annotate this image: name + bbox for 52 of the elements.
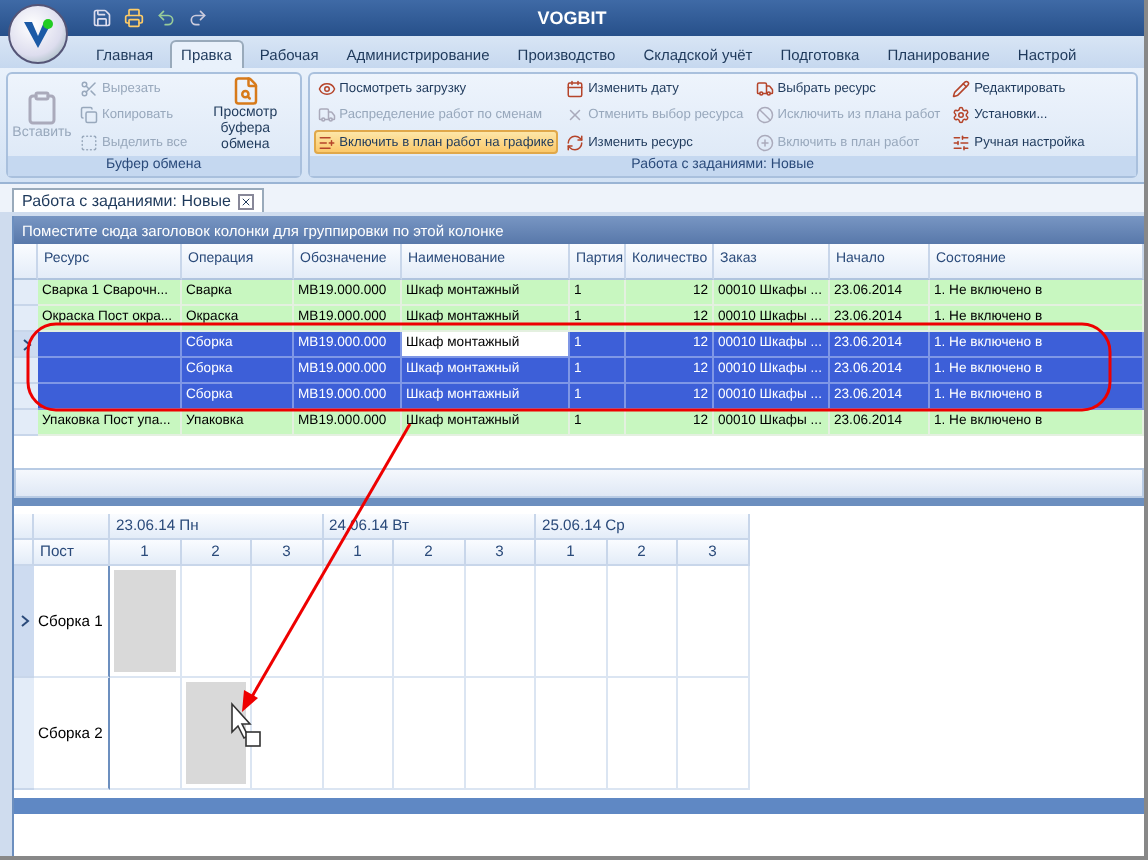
schedule-cell[interactable] <box>323 678 394 790</box>
pencil-icon <box>952 79 971 97</box>
scrollbar[interactable] <box>14 798 1144 814</box>
ban-icon <box>755 106 774 124</box>
schedule-cell[interactable] <box>394 566 465 678</box>
schedule-cell[interactable] <box>252 566 323 678</box>
occupied-slot <box>185 682 246 784</box>
schedule-cell[interactable] <box>323 566 394 678</box>
splitter[interactable] <box>14 498 1144 506</box>
refresh-icon <box>566 133 585 151</box>
schedule-cell[interactable] <box>181 566 252 678</box>
schedule-cell[interactable] <box>536 678 607 790</box>
dashed-square-icon <box>80 133 98 151</box>
eye-icon <box>317 79 336 97</box>
schedule-cell[interactable] <box>536 566 607 678</box>
schedule-cell[interactable] <box>394 678 465 790</box>
scissors-icon <box>80 79 98 97</box>
table-cell <box>38 384 182 410</box>
settings-icon <box>952 106 971 124</box>
row-pointer-icon <box>19 614 29 628</box>
truck-icon <box>317 106 336 124</box>
app-logo-icon[interactable] <box>8 4 68 64</box>
header-corner <box>14 244 38 280</box>
schedule-cell[interactable] <box>252 678 323 790</box>
window-title: VOGBIT <box>537 8 607 28</box>
save-icon[interactable] <box>92 8 112 28</box>
schedule-cell[interactable] <box>607 678 678 790</box>
schedule-cell[interactable] <box>678 678 749 790</box>
list-plus-icon <box>317 133 336 151</box>
schedule-cell[interactable] <box>607 566 678 678</box>
printer-icon[interactable] <box>124 8 144 28</box>
close-icon[interactable] <box>238 193 255 209</box>
clipboard-icon <box>24 89 60 125</box>
sliders-icon <box>952 133 971 151</box>
schedule-cell[interactable] <box>678 566 749 678</box>
table-cell <box>38 332 182 358</box>
document-tab[interactable]: Работа с заданиями: Новые <box>12 188 265 212</box>
row-pointer-icon <box>21 337 31 351</box>
drag-cursor-icon <box>231 701 261 747</box>
close-icon <box>566 106 585 124</box>
redo-icon[interactable] <box>188 8 208 28</box>
truck-icon <box>755 79 774 97</box>
table-cell <box>38 358 182 384</box>
schedule-cell[interactable] <box>110 678 181 790</box>
schedule-cell[interactable] <box>110 566 181 678</box>
occupied-slot <box>114 570 175 672</box>
plus-icon <box>755 133 774 151</box>
copy-icon <box>80 106 98 124</box>
schedule-cell[interactable] <box>465 678 536 790</box>
schedule-cell[interactable] <box>465 566 536 678</box>
undo-icon[interactable] <box>156 8 176 28</box>
calendar-icon <box>566 79 585 97</box>
